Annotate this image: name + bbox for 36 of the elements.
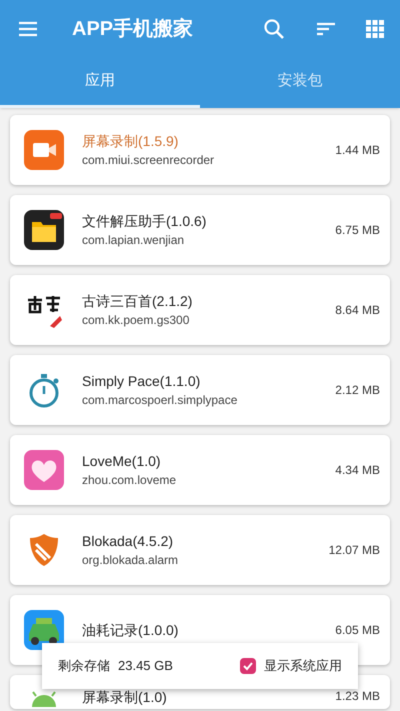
app-card[interactable]: 屏幕录制(1.5.9) com.miui.screenrecorder 1.44 MB xyxy=(10,115,390,185)
app-name: 古诗三百首(2.1.2) xyxy=(82,292,192,311)
package-name: com.miui.screenrecorder xyxy=(82,152,214,169)
app-size: 6.05 MB xyxy=(335,622,380,639)
app-name: 屏幕录制(1.5.9) xyxy=(82,132,180,151)
app-size: 4.34 MB xyxy=(335,462,380,479)
app-name: LoveMe(1.0) xyxy=(82,452,162,471)
video-camera-icon xyxy=(24,130,64,170)
package-name: com.lapian.wenjian xyxy=(82,232,186,249)
app-size: 1.44 MB xyxy=(335,142,380,159)
app-card[interactable]: 文件解压助手(1.0.6) com.lapian.wenjian 6.75 MB xyxy=(10,195,390,265)
package-name: org.blokada.alarm xyxy=(82,552,178,569)
app-title: APP手机搬家 xyxy=(72,16,194,42)
package-name: com.kk.poem.gs300 xyxy=(82,312,190,329)
show-system-checkbox[interactable] xyxy=(240,658,256,674)
package-name: com.marcospoerl.simplypace xyxy=(82,392,238,409)
app-card[interactable]: LoveMe(1.0) zhou.com.loveme 4.34 MB xyxy=(10,435,390,505)
app-card[interactable]: 古诗三百首(2.1.2) com.kk.poem.gs300 8.64 MB xyxy=(10,275,390,345)
app-card[interactable]: Blokada(4.5.2) org.blokada.alarm 12.07 MB xyxy=(10,515,390,585)
app-size: 1.23 MB xyxy=(335,688,380,705)
app-card[interactable]: Simply Pace(1.1.0) com.marcospoerl.simplypace 2.12 MB xyxy=(10,355,390,425)
app-size: 6.75 MB xyxy=(335,222,380,239)
app-name: 文件解压助手(1.0.6) xyxy=(82,212,206,231)
app-size: 2.12 MB xyxy=(335,382,380,399)
app-name: 油耗记录(1.0.0) xyxy=(82,621,178,640)
app-name: 屏幕录制(1.0) xyxy=(82,688,167,707)
app-name: Blokada(4.5.2) xyxy=(82,532,174,551)
app-name: Simply Pace(1.1.0) xyxy=(82,372,202,391)
package-name: zhou.com.loveme xyxy=(82,472,176,489)
search-icon[interactable] xyxy=(262,17,286,41)
car-icon xyxy=(24,610,64,650)
grid-icon[interactable] xyxy=(366,20,384,38)
app-size: 12.07 MB xyxy=(328,542,380,559)
check-icon xyxy=(242,660,254,672)
folder-icon xyxy=(24,210,64,250)
app-size: 8.64 MB xyxy=(335,302,380,319)
